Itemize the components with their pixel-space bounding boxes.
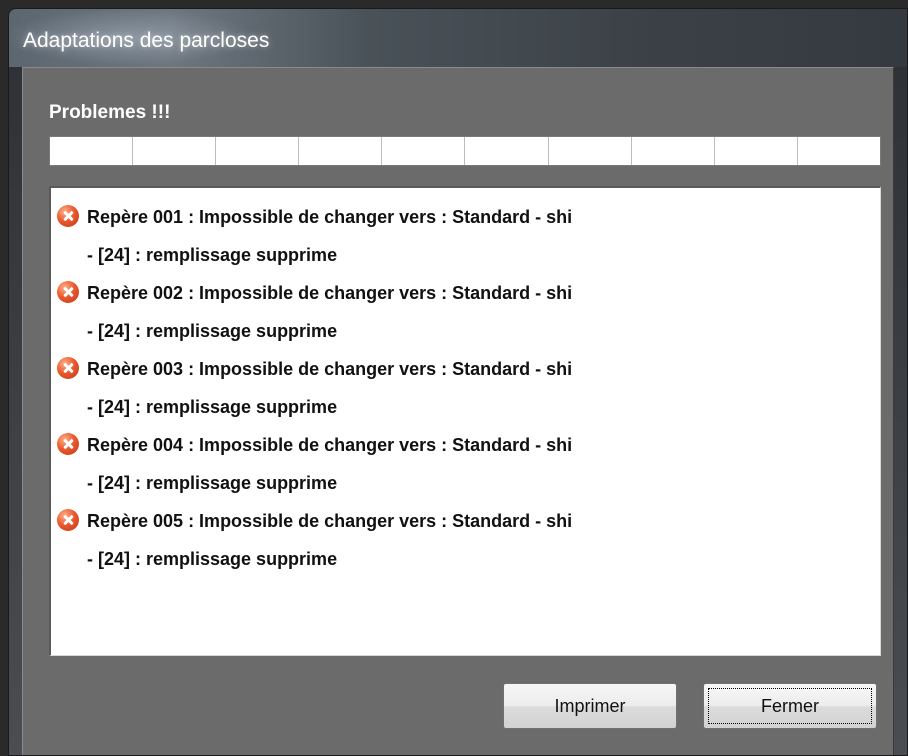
list-item-detail[interactable]: - [24] : remplissage supprime (57, 236, 857, 274)
progress-segment (382, 137, 466, 165)
list-item-text: Repère 002 : Impossible de changer vers … (87, 283, 573, 303)
list-item-detail-text: - [24] : remplissage supprime (87, 321, 338, 341)
list-item[interactable]: Repère 004 : Impossible de changer vers … (57, 426, 857, 464)
error-icon (57, 205, 79, 228)
window-title: Adaptations des parcloses (23, 29, 270, 52)
print-button-label: Imprimer (554, 696, 626, 716)
progress-segment (632, 137, 715, 165)
error-icon (57, 433, 79, 456)
list-item-detail[interactable]: - [24] : remplissage supprime (57, 540, 857, 578)
list-item-text: Repère 005 : Impossible de changer vers … (87, 511, 573, 531)
list-item[interactable]: Repère 002 : Impossible de changer vers … (57, 274, 857, 312)
problems-list[interactable]: Repère 001 : Impossible de changer vers … (49, 186, 881, 656)
list-item[interactable]: Repère 005 : Impossible de changer vers … (57, 502, 857, 540)
error-icon (57, 509, 79, 532)
list-item-detail[interactable]: - [24] : remplissage supprime (57, 464, 857, 502)
close-button[interactable]: Fermer (703, 683, 877, 729)
title-bar[interactable]: Adaptations des parcloses (9, 9, 907, 67)
list-item-detail-text: - [24] : remplissage supprime (87, 397, 338, 417)
list-item[interactable]: Repère 001 : Impossible de changer vers … (57, 198, 857, 236)
progress-segment (50, 137, 134, 165)
progress-segment (299, 137, 383, 165)
dialog-window: Adaptations des parcloses Problemes !!! … (8, 8, 908, 756)
list-item-detail[interactable]: - [24] : remplissage supprime (57, 388, 857, 426)
progress-segment (798, 137, 880, 165)
list-item[interactable]: Repère 003 : Impossible de changer vers … (57, 350, 857, 388)
list-item-detail[interactable]: - [24] : remplissage supprime (57, 312, 857, 350)
progress-segment (715, 137, 798, 165)
error-icon (57, 357, 79, 380)
dialog-client-area: Problemes !!! Repère 001 : Impossible de… (22, 67, 894, 755)
print-button[interactable]: Imprimer (503, 683, 677, 729)
progress-segment (465, 137, 549, 165)
progress-bar (49, 136, 881, 166)
close-button-label: Fermer (761, 696, 819, 716)
list-item-text: Repère 003 : Impossible de changer vers … (87, 359, 573, 379)
progress-segment (133, 137, 217, 165)
list-item-detail-text: - [24] : remplissage supprime (87, 245, 338, 265)
list-item-text: Repère 001 : Impossible de changer vers … (87, 207, 573, 227)
progress-segment (549, 137, 632, 165)
progress-segment (216, 137, 300, 165)
problems-label: Problemes !!! (49, 102, 171, 123)
list-item-text: Repère 004 : Impossible de changer vers … (87, 435, 573, 455)
error-icon (57, 281, 79, 304)
list-item-detail-text: - [24] : remplissage supprime (87, 473, 338, 493)
list-item-detail-text: - [24] : remplissage supprime (87, 549, 338, 569)
